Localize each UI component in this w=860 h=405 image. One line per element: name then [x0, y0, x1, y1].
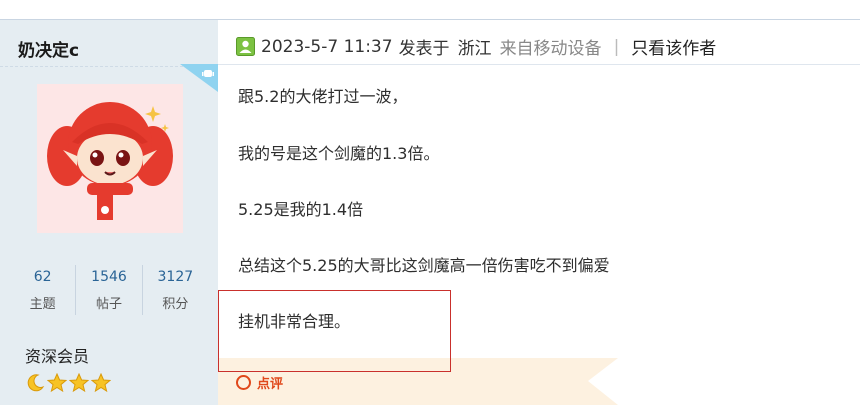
author-username[interactable]: 奶决定c [18, 36, 79, 61]
only-author-link[interactable]: 只看该作者 [631, 34, 716, 59]
android-badge-icon [180, 64, 218, 92]
comment-button-label: 点评 [257, 377, 284, 392]
avatar-image [47, 102, 173, 220]
stat-posts[interactable]: 1546 帖子 [76, 265, 143, 315]
stat-posts-value[interactable]: 1546 [76, 269, 141, 285]
star-icon [91, 373, 111, 393]
post-line-1: 跟5.2的大佬打过一波， [238, 87, 408, 106]
stat-points-label: 积分 [162, 297, 189, 312]
stat-points-value[interactable]: 3127 [143, 269, 208, 285]
star-icon [69, 373, 89, 393]
stat-posts-label: 帖子 [95, 297, 122, 312]
highlight-annotation-box [218, 290, 451, 372]
posted-label: 发表于 [398, 39, 450, 59]
post-device: 来自移动设备 [499, 39, 602, 59]
moon-icon [27, 374, 45, 392]
post-line-4: 总结这个5.25的大哥比这剑魔高一倍伤害吃不到偏爱 [238, 256, 610, 275]
rank-icons [25, 373, 111, 393]
meta-separator: | [613, 36, 620, 57]
stat-topics-label: 主题 [29, 297, 56, 312]
stat-topics[interactable]: 62 主题 [10, 265, 77, 315]
post-line-2: 我的号是这个剑魔的1.3倍。 [238, 144, 440, 163]
comment-button[interactable]: 点评 [236, 373, 283, 392]
star-icon [47, 373, 67, 393]
top-border-strip [0, 0, 860, 20]
meta-divider [218, 64, 860, 65]
author-stats: 62 主题 1546 帖子 3127 积分 [10, 265, 208, 315]
author-sidebar: 奶决定c 62 主题 1546 帖子 3127 积分 资深会员 [0, 20, 218, 405]
author-avatar[interactable] [37, 84, 183, 233]
user-online-icon [236, 37, 255, 56]
author-rank[interactable]: 资深会员 [25, 343, 89, 367]
post-location: 浙江 [457, 39, 492, 59]
post-date: 2023-5-7 11:37 [261, 36, 393, 57]
comment-circle-icon [236, 375, 251, 390]
stat-points[interactable]: 3127 积分 [143, 265, 208, 315]
post-line-3: 5.25是我的1.4倍 [238, 200, 364, 219]
post-meta: 2023-5-7 11:37 发表于 浙江 来自移动设备 | 只看该作者 [236, 34, 716, 59]
stat-topics-value[interactable]: 62 [10, 269, 75, 285]
